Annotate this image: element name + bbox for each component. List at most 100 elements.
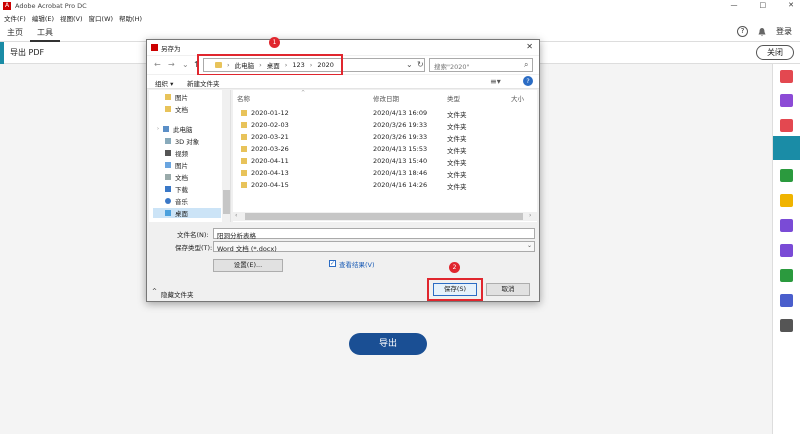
window-controls: — □ ✕ [731, 1, 795, 9]
nav-item-pictures-quick[interactable]: 图片 [153, 92, 221, 102]
settings-button[interactable]: 设置(E)... [213, 259, 283, 272]
acrobat-logo-icon: A [3, 2, 11, 10]
fill-sign-icon[interactable] [780, 219, 793, 232]
nav-item-downloads[interactable]: 下载 [153, 184, 221, 194]
filename-input[interactable]: 阳洞分析表格 [213, 228, 535, 240]
folder-icon [241, 146, 247, 152]
3d-objects-icon [165, 138, 171, 144]
sort-arrow-icon: ^ [301, 90, 306, 96]
acrobat-small-icon [151, 44, 158, 51]
help-icon[interactable]: ? [737, 26, 748, 37]
nav-scrollbar[interactable] [222, 90, 230, 222]
nav-item-this-pc[interactable]: › 此电脑 [153, 124, 221, 134]
file-row[interactable]: 2020-04-13 2020/4/13 18:46 文件夹 [237, 168, 517, 179]
more-tools-icon[interactable] [780, 319, 793, 332]
folder-icon [241, 122, 247, 128]
refresh-icon[interactable]: ↻ [417, 60, 424, 69]
menu-window[interactable]: 窗口(W) [89, 13, 114, 23]
export-button[interactable]: 导出 [349, 333, 427, 355]
hide-folders-toggle[interactable]: 隐藏文件夹 [161, 289, 194, 299]
tab-home[interactable]: 主页 [0, 23, 30, 42]
save-button-highlight [427, 278, 483, 301]
combine-files-icon[interactable] [780, 94, 793, 107]
step-1-badge: 1 [269, 37, 280, 48]
file-row[interactable]: 2020-04-11 2020/4/13 15:40 文件夹 [237, 156, 517, 167]
minimize-button[interactable]: — [731, 1, 738, 9]
menu-view[interactable]: 视图(V) [60, 13, 83, 23]
nav-scroll-thumb[interactable] [223, 190, 230, 214]
expand-chevron-icon[interactable]: › [157, 126, 159, 132]
address-dropdown-icon[interactable]: ⌄ [406, 60, 413, 69]
folder-icon [241, 170, 247, 176]
download-icon [165, 186, 171, 192]
dialog-close-icon[interactable]: ✕ [526, 42, 533, 51]
column-date[interactable]: 修改日期 [373, 93, 399, 103]
filetype-select[interactable]: Word 文档 (*.docx) [213, 241, 535, 253]
search-input[interactable]: 搜索"2020" [429, 58, 533, 72]
nav-item-pictures[interactable]: 图片 [153, 160, 221, 170]
column-size[interactable]: 大小 [511, 93, 524, 103]
recent-chevron-icon[interactable]: ⌄ [182, 60, 189, 69]
column-type[interactable]: 类型 [447, 93, 460, 103]
app-titlebar: A Adobe Acrobat Pro DC — □ ✕ [0, 0, 800, 12]
folder-icon [241, 134, 247, 140]
protect-icon[interactable] [780, 294, 793, 307]
close-window-button[interactable]: ✕ [788, 1, 794, 9]
file-row[interactable]: 2020-01-12 2020/4/13 16:09 文件夹 [237, 108, 517, 119]
help-question-icon[interactable]: ? [523, 76, 533, 86]
view-options-icon[interactable]: ≡▾ [490, 77, 501, 86]
organize-menu[interactable]: 组织 ▾ [155, 78, 173, 88]
breadcrumb-highlight [197, 54, 343, 76]
filename-label: 文件名(N): [177, 231, 209, 239]
search-icon: ⌕ [524, 60, 529, 69]
view-result-label: 查看结果(V) [339, 261, 375, 269]
close-tool-button[interactable]: 关闭 [756, 45, 794, 60]
toolbar-accent [0, 42, 4, 64]
nav-item-music[interactable]: 音乐 [153, 196, 221, 206]
folder-icon [241, 110, 247, 116]
nav-item-3d-objects[interactable]: 3D 对象 [153, 136, 221, 146]
menu-bar: 文件(F) 编辑(E) 视图(V) 窗口(W) 帮助(H) [0, 12, 800, 23]
filetype-chevron-icon[interactable]: ⌄ [527, 242, 532, 249]
bell-icon[interactable] [757, 27, 767, 37]
edit-pdf-icon[interactable] [780, 169, 793, 182]
organize-pages-icon[interactable] [780, 119, 793, 132]
file-row[interactable]: 2020-04-15 2020/4/16 14:26 文件夹 [237, 180, 517, 191]
print-production-icon[interactable] [780, 269, 793, 282]
menu-edit[interactable]: 编辑(E) [32, 13, 54, 23]
column-name[interactable]: 名称 [237, 93, 250, 103]
menu-file[interactable]: 文件(F) [4, 13, 26, 23]
file-list-scrollbar[interactable]: ‹ › [233, 212, 537, 221]
file-list: 名称 修改日期 类型 大小 ^ 2020-01-12 2020/4/13 16:0… [233, 90, 537, 222]
nav-item-documents[interactable]: 文档 [153, 172, 221, 182]
toolbar-title: 导出 PDF [10, 48, 45, 57]
file-list-scroll-thumb[interactable] [245, 213, 523, 220]
navigation-pane: 图片 文档 › 此电脑 3D 对象 视频 图片 文档 下载 音乐 桌面 [149, 90, 231, 222]
maximize-button[interactable]: □ [760, 1, 767, 9]
file-row[interactable]: 2020-02-03 2020/3/26 19:33 文件夹 [237, 120, 517, 131]
scroll-left-icon[interactable]: ‹ [235, 212, 237, 219]
tab-tools[interactable]: 工具 [30, 23, 60, 42]
comment-icon[interactable] [780, 194, 793, 207]
nav-item-documents-quick[interactable]: 文档 [153, 104, 221, 114]
create-pdf-icon[interactable] [780, 70, 793, 83]
app-title: Adobe Acrobat Pro DC [15, 2, 87, 10]
folder-icon [241, 158, 247, 164]
collapse-chevron-icon[interactable]: ^ [152, 288, 157, 295]
login-link[interactable]: 登录 [776, 26, 792, 37]
forward-arrow-icon[interactable]: → [168, 60, 175, 69]
send-signature-icon[interactable] [780, 244, 793, 257]
file-row[interactable]: 2020-03-26 2020/4/13 15:53 文件夹 [237, 144, 517, 155]
command-bar: 组织 ▾ 新建文件夹 ≡▾ ? [147, 75, 539, 89]
nav-item-videos[interactable]: 视频 [153, 148, 221, 158]
menu-help[interactable]: 帮助(H) [119, 13, 142, 23]
back-arrow-icon[interactable]: ← [154, 60, 161, 69]
save-as-dialog: 另存为 ✕ ← → ⌄ ↑ › 此电脑 › 桌面 › 123 › 2020 ⌄ … [146, 37, 540, 302]
new-folder-button[interactable]: 新建文件夹 [187, 78, 220, 88]
cancel-button[interactable]: 取消 [486, 283, 530, 296]
view-result-checkbox[interactable]: ✓ [329, 260, 336, 267]
scroll-right-icon[interactable]: › [529, 212, 531, 219]
nav-item-desktop[interactable]: 桌面 [153, 208, 221, 218]
file-row[interactable]: 2020-03-21 2020/3/26 19:33 文件夹 [237, 132, 517, 143]
export-pdf-icon[interactable] [773, 136, 800, 160]
